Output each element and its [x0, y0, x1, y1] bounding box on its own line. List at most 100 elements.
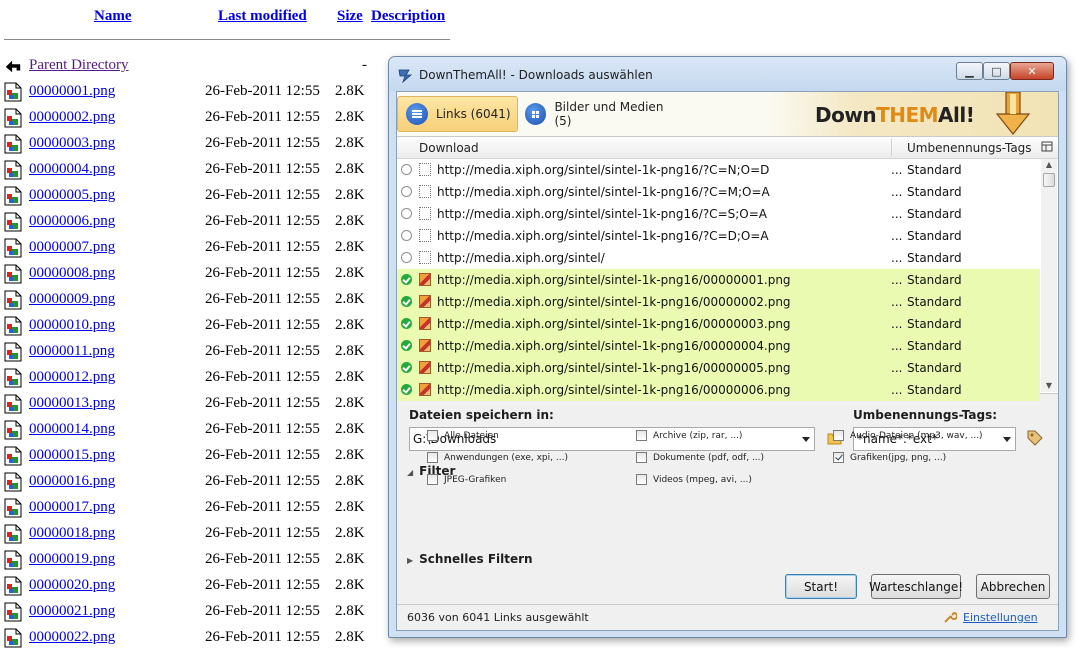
download-row[interactable]: http://media.xiph.org/sintel/sintel-1k-p…: [397, 313, 1040, 335]
file-link[interactable]: 00000006.png: [29, 213, 115, 230]
tag-icon[interactable]: [1026, 429, 1044, 447]
rename-tag: Standard: [907, 185, 962, 199]
unchecked-box-icon[interactable]: [427, 474, 438, 485]
file-link[interactable]: 00000004.png: [29, 161, 115, 178]
file-link[interactable]: 00000001.png: [29, 83, 115, 100]
download-row[interactable]: http://media.xiph.org/sintel/sintel-1k-p…: [397, 225, 1040, 247]
listing-row: 00000013.png 26-Feb-2011 12:55 2.8K: [4, 391, 384, 417]
file-link[interactable]: 00000007.png: [29, 239, 115, 256]
checked-circle-icon[interactable]: [401, 296, 412, 307]
checked-circle-icon[interactable]: [401, 362, 412, 373]
list-scrollbar[interactable]: ▲ ▼: [1041, 159, 1057, 392]
download-row[interactable]: http://media.xiph.org/sintel/sintel-1k-p…: [397, 357, 1040, 379]
file-link[interactable]: 00000005.png: [29, 187, 115, 204]
file-link[interactable]: 00000021.png: [29, 603, 115, 620]
file-link[interactable]: 00000010.png: [29, 317, 115, 334]
scrollbar-thumb[interactable]: [1043, 173, 1055, 187]
queue-button[interactable]: Warteschlange!: [869, 574, 963, 599]
unchecked-box-icon[interactable]: [427, 452, 438, 463]
checked-circle-icon[interactable]: [401, 318, 412, 329]
download-row[interactable]: http://media.xiph.org/sintel/sintel-1k-p…: [397, 269, 1040, 291]
file-link[interactable]: 00000019.png: [29, 551, 115, 568]
download-row[interactable]: http://media.xiph.org/sintel/... Standard: [397, 247, 1040, 269]
file-link[interactable]: 00000013.png: [29, 395, 115, 412]
list-column-header: Download Umbenennungs-Tags: [397, 137, 1058, 159]
column-header-last-modified[interactable]: Last modified: [218, 8, 307, 25]
download-url: http://media.xiph.org/sintel/sintel-1k-p…: [437, 229, 769, 243]
listing-row: 00000011.png 26-Feb-2011 12:55 2.8K: [4, 339, 384, 365]
download-row[interactable]: http://media.xiph.org/sintel/sintel-1k-p…: [397, 379, 1040, 401]
unchecked-box-icon[interactable]: [636, 474, 647, 485]
unchecked-box-icon[interactable]: [636, 430, 647, 441]
column-header-name[interactable]: Name: [94, 8, 132, 25]
unchecked-box-icon[interactable]: [833, 430, 844, 441]
file-link[interactable]: 00000011.png: [29, 343, 115, 360]
column-header-size[interactable]: Size: [337, 8, 363, 25]
scroll-up-arrow-icon[interactable]: ▲: [1041, 159, 1057, 171]
download-row[interactable]: http://media.xiph.org/sintel/sintel-1k-p…: [397, 159, 1040, 181]
scroll-down-arrow-icon[interactable]: ▼: [1041, 380, 1057, 392]
file-link[interactable]: 00000009.png: [29, 291, 115, 308]
maximize-button[interactable]: □: [983, 62, 1010, 80]
start-button[interactable]: Start!: [785, 574, 857, 599]
close-button[interactable]: ✕: [1010, 62, 1054, 80]
image-file-icon: [4, 212, 22, 232]
file-link[interactable]: 00000018.png: [29, 525, 115, 542]
chevron-down-icon[interactable]: [1003, 437, 1011, 442]
tab-links[interactable]: Links (6041): [397, 96, 518, 132]
download-row[interactable]: http://media.xiph.org/sintel/sintel-1k-p…: [397, 335, 1040, 357]
title-bar[interactable]: DownThemAll! - Downloads auswählen ▁ □ ✕: [389, 57, 1066, 91]
unchecked-circle-icon[interactable]: [401, 208, 412, 219]
file-link[interactable]: 00000022.png: [29, 629, 115, 646]
settings-link[interactable]: Einstellungen: [963, 611, 1038, 624]
column-rename-tags[interactable]: Umbenennungs-Tags: [907, 141, 1032, 155]
rename-tags-label: Umbenennungs-Tags:: [853, 408, 998, 422]
parent-directory-row: Parent Directory -: [4, 53, 384, 79]
unchecked-circle-icon[interactable]: [401, 252, 412, 263]
unchecked-circle-icon[interactable]: [401, 230, 412, 241]
download-row[interactable]: http://media.xiph.org/sintel/sintel-1k-p…: [397, 203, 1040, 225]
minimize-button[interactable]: ▁: [956, 62, 983, 80]
unchecked-circle-icon[interactable]: [401, 186, 412, 197]
quick-filter-header[interactable]: ▶ Schnelles Filtern: [407, 552, 533, 566]
file-link[interactable]: 00000003.png: [29, 135, 115, 152]
filter-label: Anwendungen (exe, xpi, ...): [444, 453, 568, 463]
download-row[interactable]: http://media.xiph.org/sintel/sintel-1k-p…: [397, 181, 1040, 203]
unchecked-box-icon[interactable]: [636, 452, 647, 463]
file-size: 2.8K: [335, 343, 365, 359]
file-date: 26-Feb-2011 12:55: [205, 369, 320, 385]
file-link[interactable]: 00000016.png: [29, 473, 115, 490]
file-link[interactable]: 00000020.png: [29, 577, 115, 594]
chevron-down-icon[interactable]: [802, 437, 810, 442]
column-header-description[interactable]: Description: [371, 8, 445, 25]
file-link[interactable]: 00000014.png: [29, 421, 115, 438]
file-date: 26-Feb-2011 12:55: [205, 83, 320, 99]
checked-circle-icon[interactable]: [401, 274, 412, 285]
file-link[interactable]: 00000002.png: [29, 109, 115, 126]
rename-tag: Standard: [907, 273, 962, 287]
file-date: 26-Feb-2011 12:55: [205, 499, 320, 515]
tab-images-media[interactable]: Bilder und Medien (5): [521, 96, 681, 132]
listing-row: 00000021.png 26-Feb-2011 12:55 2.8K: [4, 599, 384, 625]
file-size: 2.8K: [335, 603, 365, 619]
file-link[interactable]: 00000015.png: [29, 447, 115, 464]
file-link[interactable]: 00000017.png: [29, 499, 115, 516]
column-download[interactable]: Download: [419, 141, 479, 155]
image-file-icon: [4, 576, 22, 596]
file-link[interactable]: 00000008.png: [29, 265, 115, 282]
parent-size: -: [362, 57, 367, 73]
parent-directory-link[interactable]: Parent Directory: [29, 57, 129, 74]
image-file-icon: [419, 339, 431, 352]
image-file-icon: [4, 472, 22, 492]
checked-circle-icon[interactable]: [401, 340, 412, 351]
column-picker-icon[interactable]: [1041, 140, 1053, 154]
image-file-icon: [4, 498, 22, 518]
image-file-icon: [4, 134, 22, 154]
cancel-button[interactable]: Abbrechen: [976, 574, 1050, 599]
checked-circle-icon[interactable]: [401, 384, 412, 395]
download-row[interactable]: http://media.xiph.org/sintel/sintel-1k-p…: [397, 291, 1040, 313]
unchecked-box-icon[interactable]: [427, 430, 438, 441]
file-link[interactable]: 00000012.png: [29, 369, 115, 386]
checked-box-icon[interactable]: [833, 452, 844, 463]
unchecked-circle-icon[interactable]: [401, 164, 412, 175]
